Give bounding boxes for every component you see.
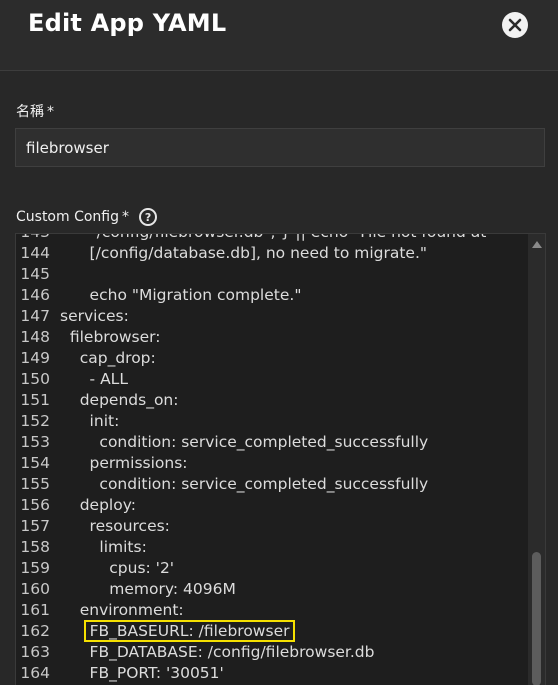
code-text: memory: 4096M bbox=[60, 580, 236, 598]
code-line: 146 echo "Migration complete." bbox=[16, 285, 528, 306]
code-line: 157 resources: bbox=[16, 516, 528, 537]
line-number: 145 bbox=[20, 265, 50, 283]
line-number: 158 bbox=[20, 538, 50, 556]
line-number: 157 bbox=[20, 517, 50, 535]
code-line: 160 memory: 4096M bbox=[16, 579, 528, 600]
code-line: 153 condition: service_completed_success… bbox=[16, 432, 528, 453]
code-text: "/config/filebrowser.db"; } || echo "Fil… bbox=[60, 234, 487, 243]
scrollbar-thumb[interactable] bbox=[532, 552, 541, 685]
code-text: echo "Migration complete." bbox=[60, 286, 302, 304]
line-number: 161 bbox=[20, 601, 50, 619]
code-text: cap_drop: bbox=[60, 349, 156, 367]
code-text: condition: service_completed_successfull… bbox=[60, 433, 429, 451]
editor-scrollbar[interactable] bbox=[528, 234, 545, 685]
close-button[interactable] bbox=[502, 12, 528, 38]
code-text: [/config/database.db], no need to migrat… bbox=[60, 244, 428, 262]
code-text: FB_PORT: '30051' bbox=[60, 664, 224, 682]
name-field-label: 名稱 * bbox=[16, 101, 54, 121]
required-mark: * bbox=[47, 104, 54, 120]
line-number: 162 bbox=[20, 622, 50, 640]
scroll-up-arrow-icon[interactable] bbox=[532, 241, 542, 248]
line-number: 150 bbox=[20, 370, 50, 388]
code-text: permissions: bbox=[60, 454, 188, 472]
code-line: 154 permissions: bbox=[16, 453, 528, 474]
code-text: resources: bbox=[60, 517, 170, 535]
line-number: 153 bbox=[20, 433, 50, 451]
dialog-header: Edit App YAML bbox=[0, 0, 558, 71]
code-text: FB_DATABASE: /config/filebrowser.db bbox=[60, 643, 375, 661]
line-number: 147 bbox=[20, 307, 50, 325]
code-text: environment: bbox=[60, 601, 184, 619]
code-line: 158 limits: bbox=[16, 537, 528, 558]
line-number: 151 bbox=[20, 391, 50, 409]
highlighted-code: FB_BASEURL: /filebrowser bbox=[83, 620, 296, 642]
code-line: 148 filebrowser: bbox=[16, 327, 528, 348]
code-line: 151 depends_on: bbox=[16, 390, 528, 411]
code-text: deploy: bbox=[60, 496, 136, 514]
dialog-title: Edit App YAML bbox=[28, 9, 227, 37]
code-line: 155 condition: service_completed_success… bbox=[16, 474, 528, 495]
line-number: 164 bbox=[20, 664, 50, 682]
line-number: 148 bbox=[20, 328, 50, 346]
line-number: 155 bbox=[20, 475, 50, 493]
code-line: 147 services: bbox=[16, 306, 528, 327]
code-text: filebrowser: bbox=[60, 328, 161, 346]
code-line: 159 cpus: '2' bbox=[16, 558, 528, 579]
required-mark: * bbox=[122, 209, 130, 225]
line-number: 149 bbox=[20, 349, 50, 367]
line-number: 143 bbox=[16, 234, 50, 243]
code-line: 145 bbox=[16, 264, 528, 285]
code-text: condition: service_completed_successfull… bbox=[60, 475, 429, 493]
line-number: 156 bbox=[20, 496, 50, 514]
custom-config-label-text: Custom Config bbox=[16, 209, 120, 225]
code-text: limits: bbox=[60, 538, 147, 556]
name-input[interactable] bbox=[15, 128, 545, 167]
line-number: 160 bbox=[20, 580, 50, 598]
code-text: FB_BASEURL: /filebrowser bbox=[60, 620, 296, 642]
code-line: 143 "/config/filebrowser.db"; } || echo … bbox=[16, 234, 528, 243]
code-line: 152 init: bbox=[16, 411, 528, 432]
line-number: 154 bbox=[20, 454, 50, 472]
name-label-text: 名稱 bbox=[16, 104, 44, 120]
help-circle-icon[interactable]: ? bbox=[139, 208, 158, 226]
code-text: cpus: '2' bbox=[60, 559, 175, 577]
code-line: 149 cap_drop: bbox=[16, 348, 528, 369]
code-line: 161 environment: bbox=[16, 600, 528, 621]
line-number: 144 bbox=[20, 244, 50, 262]
line-number: 163 bbox=[20, 643, 50, 661]
code-text: init: bbox=[60, 412, 120, 430]
close-icon bbox=[508, 18, 522, 32]
code-line: 144 [/config/database.db], no need to mi… bbox=[16, 243, 528, 264]
code-line: 150 - ALL bbox=[16, 369, 528, 390]
line-number: 159 bbox=[20, 559, 50, 577]
yaml-code-editor[interactable]: 143 "/config/filebrowser.db"; } || echo … bbox=[15, 233, 546, 685]
custom-config-label: Custom Config * ? bbox=[16, 208, 158, 226]
code-lines: 143 "/config/filebrowser.db"; } || echo … bbox=[16, 234, 528, 684]
code-line: 163 FB_DATABASE: /config/filebrowser.db bbox=[16, 642, 528, 663]
line-number: 146 bbox=[20, 286, 50, 304]
code-line: 156 deploy: bbox=[16, 495, 528, 516]
code-text: depends_on: bbox=[60, 391, 179, 409]
code-text: - ALL bbox=[60, 370, 128, 388]
code-line: 164 FB_PORT: '30051' bbox=[16, 663, 528, 684]
code-line: 162 FB_BASEURL: /filebrowser bbox=[16, 620, 528, 642]
code-text: services: bbox=[60, 307, 129, 325]
line-number: 152 bbox=[20, 412, 50, 430]
